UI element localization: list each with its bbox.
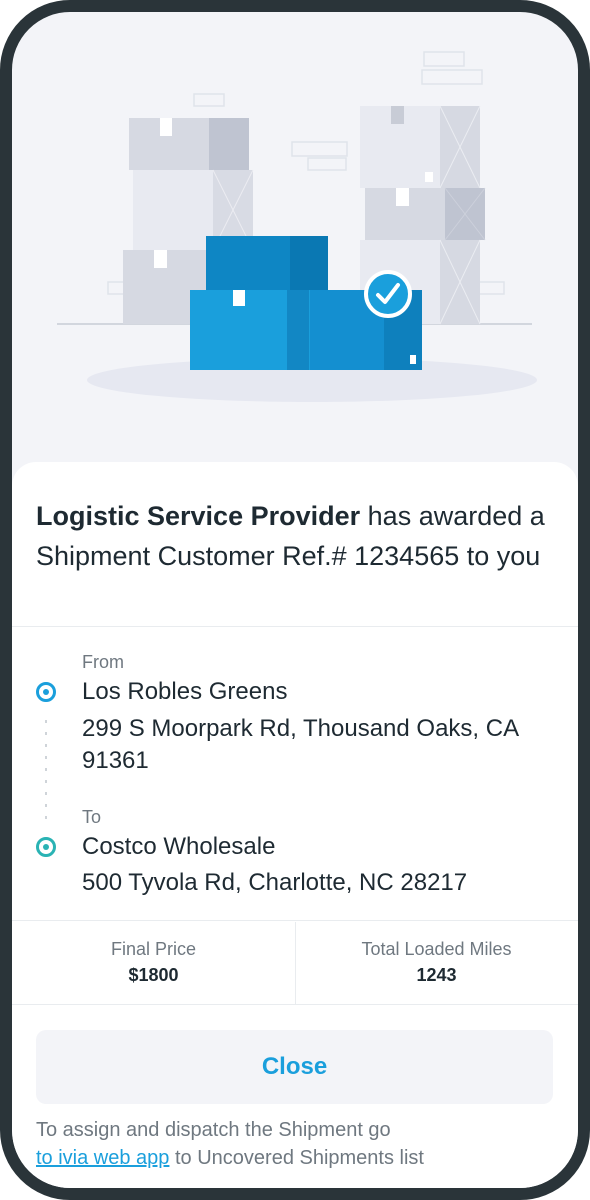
- close-button[interactable]: Close: [36, 1030, 553, 1104]
- divider: [12, 920, 578, 921]
- final-price-value: $1800: [128, 965, 179, 985]
- origin-address: 299 S Moorpark Rd, Thousand Oaks, CA 913…: [82, 715, 518, 774]
- loaded-miles-label: Total Loaded Miles: [361, 939, 512, 959]
- final-price-label: Final Price: [110, 939, 197, 959]
- origin-name: Los Robles Greens: [82, 678, 288, 705]
- route-connector: [45, 720, 47, 820]
- provider-name: Logistic Service Provider: [36, 501, 361, 531]
- to-label: To: [82, 807, 102, 827]
- shipment-stats: Final Price $1800 Total Loaded Miles 124…: [12, 922, 578, 1004]
- web-app-link[interactable]: to ivia web app: [36, 1147, 169, 1169]
- boxes-illustration: [57, 51, 537, 402]
- origin-marker-icon: [36, 682, 56, 702]
- award-title: Logistic Service Provider has awarded a …: [36, 496, 546, 576]
- final-price-stat: Final Price $1800: [12, 922, 295, 1004]
- loaded-miles-value: 1243: [416, 965, 457, 985]
- destination-name: Costco Wholesale: [82, 833, 276, 860]
- destination-address: 500 Tyvola Rd, Charlotte, NC 28217: [82, 869, 468, 896]
- check-circle-icon: [364, 270, 412, 318]
- footer-text-before: To assign and dispatch the Shipment go: [36, 1119, 391, 1141]
- divider: [12, 1004, 578, 1005]
- destination-marker-icon: [36, 837, 56, 857]
- loaded-miles-stat: Total Loaded Miles 1243: [295, 922, 578, 1004]
- footer-note: To assign and dispatch the Shipment go t…: [36, 1116, 556, 1172]
- award-card: Logistic Service Provider has awarded a …: [12, 462, 578, 1188]
- footer-text-after: to Uncovered Shipments list: [174, 1147, 424, 1169]
- phone-frame: Logistic Service Provider has awarded a …: [0, 0, 590, 1200]
- hero-illustration: [12, 12, 578, 462]
- divider: [12, 626, 578, 627]
- from-label: From: [82, 652, 124, 672]
